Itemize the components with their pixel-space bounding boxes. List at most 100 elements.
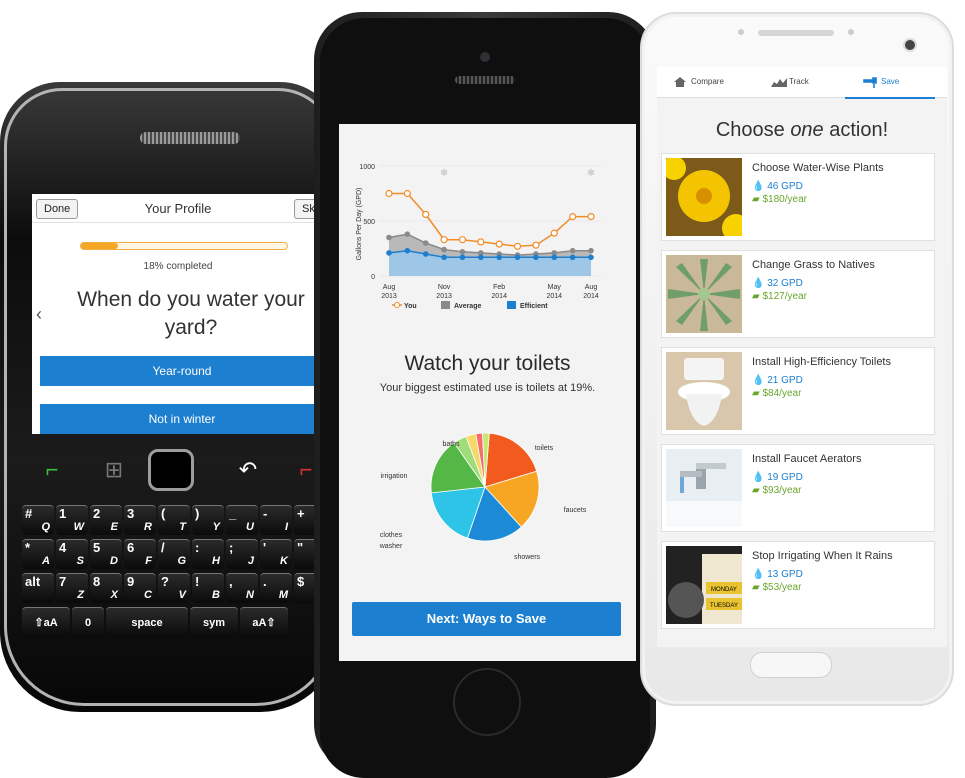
- data-point: [496, 254, 502, 261]
- pie-slice-label: baths: [442, 441, 460, 448]
- profile-top-bar: Done Your Profile Sk: [32, 194, 324, 223]
- key-letter: C: [144, 589, 152, 601]
- data-point: [514, 254, 521, 261]
- keyboard-key[interactable]: 7Z: [56, 573, 88, 603]
- cost-text: $180/year: [762, 194, 807, 205]
- action-card[interactable]: Choose Water-Wise Plants 💧 46 GPD ▰ $180/y…: [661, 153, 935, 241]
- cost-value: ▰ $180/year: [752, 194, 807, 205]
- gpd-text: 13 GPD: [767, 569, 803, 580]
- keyboard-key[interactable]: 4S: [56, 539, 88, 569]
- home-button[interactable]: [750, 652, 832, 678]
- home-button[interactable]: [453, 668, 521, 736]
- keyboard-key[interactable]: ? V: [158, 573, 190, 603]
- action-title: Stop Irrigating When It Rains: [752, 550, 893, 562]
- action-card[interactable]: Install Faucet Aerators 💧 19 GPD ▰ $93/yea…: [661, 444, 935, 532]
- keyboard-key[interactable]: 9C: [124, 573, 156, 603]
- cost-text: $84/year: [762, 388, 802, 399]
- action-card[interactable]: Change Grass to Natives 💧 32 GPD ▰ $127/ye…: [661, 250, 935, 338]
- thumb-text: MONDAY: [711, 587, 737, 593]
- keyboard-key[interactable]: / G: [158, 539, 190, 569]
- keyboard-key[interactable]: :H: [192, 539, 224, 569]
- data-point: [386, 250, 392, 256]
- data-point: [588, 254, 594, 261]
- next-ways-to-save-button[interactable]: Next: Ways to Save: [352, 602, 621, 636]
- answer-not-in-winter-button[interactable]: Not in winter: [40, 404, 324, 434]
- keyboard-key[interactable]: ' K: [260, 539, 292, 569]
- legend-label: Average: [454, 303, 481, 310]
- usage-line-chart: 1000 500 0 Gallons Per Day (GPD) Aug 2013 Nov 2…: [356, 164, 601, 310]
- answer-year-round-button[interactable]: Year-round: [40, 356, 324, 386]
- back-icon[interactable]: ↶: [228, 453, 268, 487]
- keyboard-key[interactable]: 1W: [56, 505, 88, 535]
- data-point: [459, 249, 466, 255]
- keyboard-key[interactable]: ) Y: [192, 505, 224, 535]
- money-icon: ▰: [752, 485, 760, 496]
- keyboard-key[interactable]: -I: [260, 505, 292, 535]
- keyboard-key[interactable]: 0: [72, 607, 104, 637]
- keyboard-key[interactable]: aA⇧: [240, 607, 288, 637]
- action-card[interactable]: MONDAY TUESDAY Stop Irrigating When It Rai…: [661, 541, 935, 629]
- keyboard-key[interactable]: ; J: [226, 539, 258, 569]
- back-arrow-icon[interactable]: ‹: [36, 304, 42, 325]
- title-emphasis: one: [790, 119, 824, 141]
- key-top-label: ': [263, 540, 267, 555]
- keyboard-key[interactable]: ,N: [226, 573, 258, 603]
- call-icon[interactable]: ⌐: [32, 453, 72, 487]
- keyboard-key[interactable]: space: [106, 607, 188, 637]
- keyboard-key[interactable]: alt: [22, 573, 54, 603]
- keyboard-key[interactable]: 5D: [90, 539, 122, 569]
- keyboard-key[interactable]: ! B: [192, 573, 224, 603]
- cost-text: $53/year: [762, 582, 802, 593]
- keyboard-key[interactable]: 3R: [124, 505, 156, 535]
- key-top-label: ": [297, 540, 304, 555]
- key-top-label: 2: [93, 506, 101, 521]
- data-point: [386, 234, 392, 241]
- keyboard-key[interactable]: 8X: [90, 573, 122, 603]
- cost-text: $93/year: [762, 485, 802, 496]
- faucet-icon: [863, 77, 877, 88]
- action-title: Install Faucet Aerators: [752, 453, 862, 465]
- cost-value: ▰ $84/year: [752, 388, 801, 399]
- keyboard-key[interactable]: sym: [190, 607, 238, 637]
- camera-icon: [480, 52, 490, 62]
- key-top-label: -: [263, 506, 268, 521]
- data-point: [569, 254, 576, 261]
- action-title: Change Grass to Natives: [752, 259, 875, 271]
- keyboard-key[interactable]: ⇧aA: [22, 607, 70, 637]
- data-point: [477, 238, 485, 246]
- x-tick-year: 2014: [491, 293, 507, 300]
- trackpad[interactable]: [148, 449, 194, 491]
- keyboard-key[interactable]: * A: [22, 539, 54, 569]
- legend-swatch: [507, 301, 516, 309]
- key-letter: V: [178, 589, 186, 601]
- x-tick-label: Aug: [383, 284, 396, 291]
- key-top-label: .: [263, 574, 267, 589]
- pie-slice-label: irrigation: [381, 473, 408, 480]
- title-part: action!: [823, 119, 889, 141]
- tab-track[interactable]: Track: [753, 67, 843, 97]
- x-tick-label: Aug: [585, 284, 598, 291]
- page-title: Your Profile: [144, 201, 212, 216]
- key-top-label: 7: [59, 574, 67, 589]
- y-tick-label: 1000: [359, 164, 375, 171]
- tab-compare[interactable]: Compare: [661, 67, 751, 97]
- key-letter: F: [145, 555, 152, 567]
- water-drop-icon: 💧: [752, 569, 765, 580]
- money-icon: ▰: [752, 388, 760, 399]
- insight-heading: Watch your toilets: [404, 352, 571, 375]
- key-letter: I: [284, 521, 288, 533]
- menu-icon[interactable]: ⊞: [94, 453, 134, 487]
- camera-icon: [903, 38, 917, 52]
- keyboard-key[interactable]: .M: [260, 573, 292, 603]
- action-thumbnail: [666, 255, 742, 333]
- keyboard-key[interactable]: 2E: [90, 505, 122, 535]
- tab-save[interactable]: Save: [845, 67, 935, 99]
- key-letter: W: [73, 521, 84, 533]
- keyboard-key[interactable]: (T: [158, 505, 190, 535]
- keyboard-key[interactable]: 6F: [124, 539, 156, 569]
- data-point: [422, 210, 430, 219]
- action-card[interactable]: Install High-Efficiency Toilets 💧 21 GPD ▰…: [661, 347, 935, 435]
- cost-value: ▰ $127/year: [752, 291, 807, 302]
- keyboard-key[interactable]: # Q: [22, 505, 54, 535]
- keyboard-key[interactable]: _ U: [226, 505, 258, 535]
